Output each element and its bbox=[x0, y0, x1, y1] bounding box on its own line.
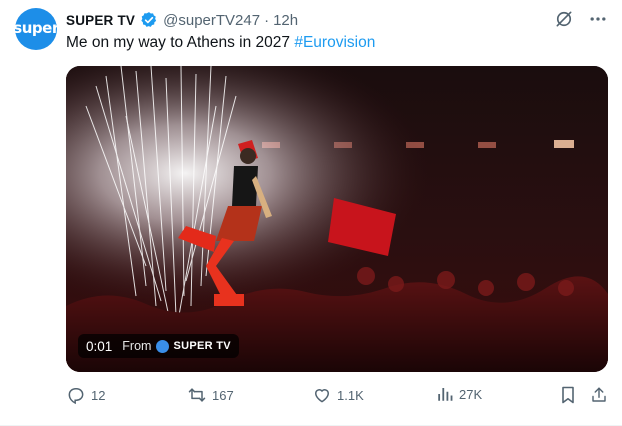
share-button[interactable] bbox=[590, 385, 613, 405]
view-count: 27K bbox=[459, 386, 483, 402]
bookmark-icon bbox=[562, 386, 574, 404]
reply-count: 12 bbox=[91, 387, 106, 403]
grok-icon[interactable] bbox=[554, 9, 574, 34]
views-button[interactable]: 27K bbox=[436, 385, 482, 403]
share-icon bbox=[592, 387, 606, 402]
video-timestamp: 0:01 bbox=[86, 338, 113, 354]
post-header: SUPER TV @superTV247 · 12h bbox=[66, 10, 298, 30]
post-time[interactable]: 12h bbox=[273, 12, 298, 29]
video-frame bbox=[66, 66, 608, 372]
video-badge: 0:01 From SUPER TV bbox=[78, 334, 239, 358]
like-count: 1.1K bbox=[337, 387, 364, 403]
avatar-text: super bbox=[13, 19, 59, 37]
bookmark-button[interactable] bbox=[559, 385, 582, 405]
video-source-name[interactable]: SUPER TV bbox=[173, 340, 230, 352]
more-icon[interactable] bbox=[588, 9, 608, 34]
top-actions bbox=[554, 9, 608, 34]
reply-icon bbox=[68, 388, 84, 405]
views-icon bbox=[438, 388, 453, 401]
like-button[interactable]: 1.1K bbox=[312, 385, 364, 405]
post-body: Me on my way to Athens in 2027 bbox=[66, 34, 291, 51]
post-text: Me on my way to Athens in 2027 #Eurovisi… bbox=[66, 34, 375, 52]
account-name[interactable]: SUPER TV bbox=[66, 13, 135, 28]
verified-badge-icon bbox=[140, 11, 158, 29]
repost-button[interactable]: 167 bbox=[187, 385, 234, 405]
separator-dot: · bbox=[264, 11, 270, 29]
repost-icon bbox=[188, 388, 206, 402]
action-bar: 12 167 1.1K 27K bbox=[66, 385, 614, 409]
avatar[interactable]: super bbox=[13, 8, 59, 50]
like-icon bbox=[314, 389, 330, 403]
hashtag-link[interactable]: #Eurovision bbox=[294, 34, 375, 51]
reply-button[interactable]: 12 bbox=[66, 385, 105, 405]
repost-count: 167 bbox=[212, 387, 234, 403]
video-from-label: From bbox=[122, 339, 152, 353]
video-player[interactable]: 0:01 From SUPER TV bbox=[66, 66, 608, 372]
account-handle[interactable]: @superTV247 bbox=[163, 12, 260, 29]
source-logo-icon bbox=[156, 339, 170, 353]
